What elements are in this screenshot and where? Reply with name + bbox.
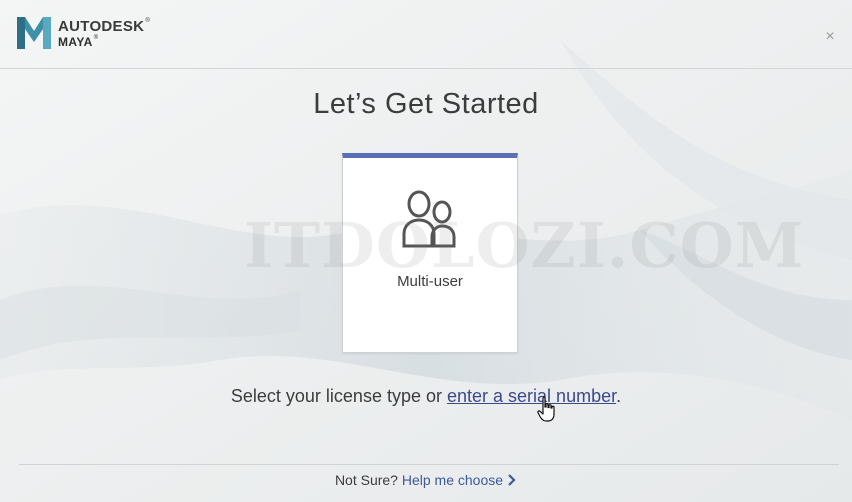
license-prompt-text: Select your license type or xyxy=(230,386,442,406)
help-me-choose-link[interactable]: Help me choose xyxy=(402,472,517,488)
product-name: MAYA® xyxy=(58,35,99,49)
license-prompt: Select your license type or enter a seri… xyxy=(0,386,852,407)
chevron-right-icon xyxy=(508,474,516,486)
maya-logo-icon xyxy=(17,17,51,49)
serial-number-link[interactable]: enter a serial number xyxy=(447,386,616,406)
hand-cursor-icon xyxy=(537,396,555,422)
close-button[interactable]: × xyxy=(822,29,838,45)
watermark: ITDOLOZI.COM xyxy=(244,209,805,282)
not-sure-text: Not Sure? xyxy=(334,472,398,488)
footer: Not Sure? Help me choose xyxy=(0,472,852,488)
header: AUTODESK® MAYA® × xyxy=(0,0,852,69)
license-prompt-end: . xyxy=(616,386,622,406)
company-name: AUTODESK® xyxy=(58,18,151,35)
page-title: Let’s Get Started xyxy=(313,88,539,120)
footer-divider xyxy=(19,464,839,465)
